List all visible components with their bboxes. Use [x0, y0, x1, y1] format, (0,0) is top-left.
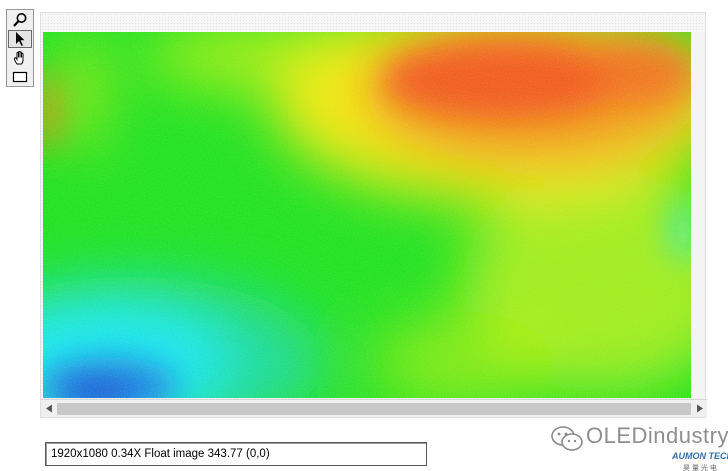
luminance-heatmap-image[interactable]	[43, 32, 693, 398]
tool-palette	[6, 9, 34, 87]
triangle-left-icon	[45, 404, 52, 413]
rectangle-tool-button[interactable]	[8, 68, 32, 85]
scroll-thumb[interactable]	[57, 403, 691, 415]
magnifier-icon	[13, 13, 27, 27]
pan-tool-button[interactable]	[8, 49, 32, 67]
scroll-left-button[interactable]	[41, 401, 56, 416]
scroll-right-button[interactable]	[692, 401, 707, 416]
zoom-tool-button[interactable]	[8, 11, 32, 29]
rectangle-icon	[12, 71, 28, 82]
watermark-text: OLEDindustry	[586, 423, 728, 448]
hand-icon	[13, 50, 24, 65]
select-tool-button[interactable]	[8, 30, 32, 48]
watermark-brand: AUMON TECH	[672, 451, 728, 461]
triangle-right-icon	[696, 404, 703, 413]
vertical-scroll-area[interactable]	[691, 32, 705, 398]
arrow-pointer-icon	[16, 32, 25, 46]
horizontal-scrollbar[interactable]	[41, 399, 707, 417]
chat-bubble-logo-icon	[551, 426, 583, 451]
watermark: OLEDindustry AUMON TECH 昊 量 光 电	[548, 418, 728, 471]
watermark-brand-cn: 昊 量 光 电	[683, 465, 717, 471]
status-bar: 1920x1080 0.34X Float image 343.77 (0,0)	[45, 442, 427, 466]
image-viewer	[40, 12, 707, 418]
